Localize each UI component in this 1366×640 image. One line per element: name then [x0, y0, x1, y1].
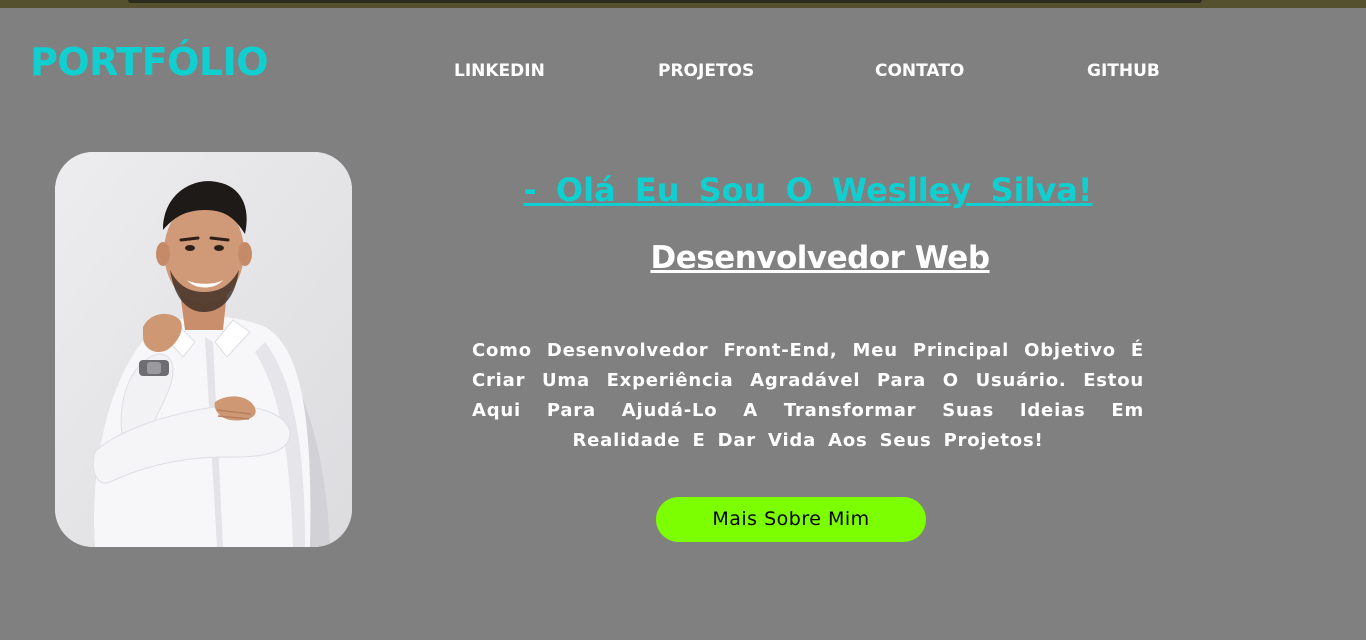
browser-top-bar [128, 0, 1202, 3]
greeting-heading[interactable]: - Olá Eu Sou O Weslley Silva! [440, 168, 1176, 212]
profile-photo [55, 152, 352, 547]
nav-link-contato[interactable]: CONTATO [875, 58, 964, 84]
role-heading: Desenvolvedor Web [650, 240, 990, 276]
nav-link-linkedin[interactable]: LINKEDIN [454, 58, 545, 84]
browser-top-strip [0, 0, 1366, 8]
site-logo[interactable]: PORTFÓLIO [30, 36, 269, 88]
nav-link-projetos[interactable]: PROJETOS [658, 58, 754, 84]
about-me-button[interactable]: Mais Sobre Mim [656, 497, 926, 542]
nav-link-github[interactable]: GITHUB [1087, 58, 1160, 84]
bio-text: Como Desenvolvedor Front-End, Meu Princi… [472, 340, 1144, 451]
profile-photo-illustration [55, 152, 352, 547]
